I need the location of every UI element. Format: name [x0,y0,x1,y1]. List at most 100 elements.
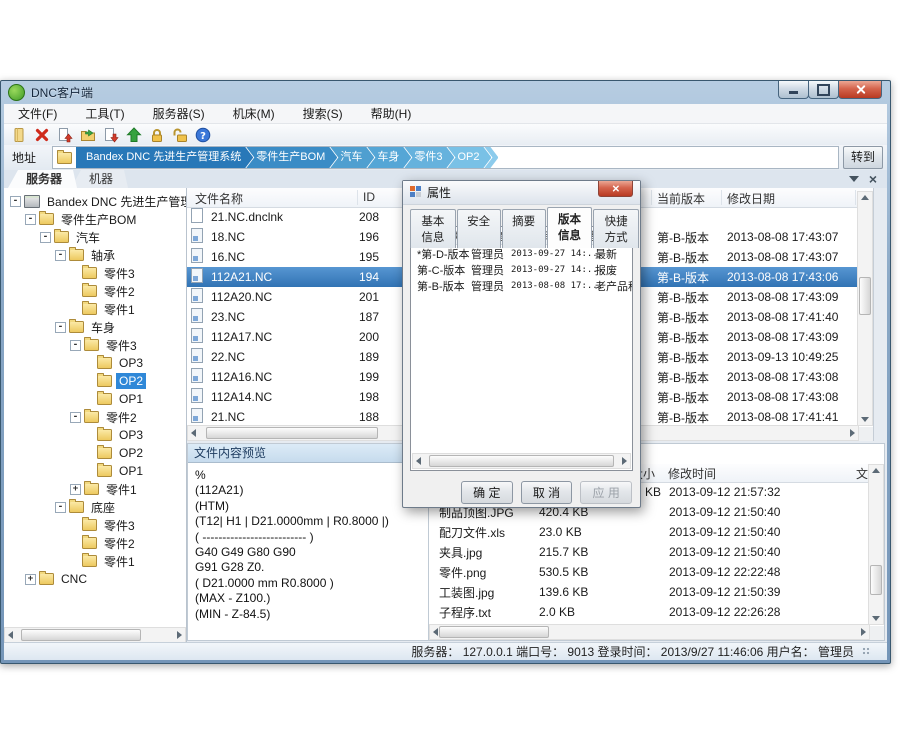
tree-item[interactable]: +CNC [4,570,186,588]
scroll-down-icon[interactable] [872,616,880,621]
ok-button[interactable]: 确 定 [461,481,513,504]
scroll-left-icon[interactable] [8,631,13,639]
tree-item[interactable]: OP2 [4,444,186,462]
tree-item[interactable]: -零件2 [4,408,186,426]
version-row[interactable]: 第-B-版本管理员2013-08-08 17:...老产品程序 [411,278,632,294]
attachment-row[interactable]: 夹具.jpg215.7 KB2013-09-12 21:50:40 [429,542,870,562]
dialog-tab[interactable]: 摘要 [502,209,546,248]
menu-item[interactable]: 帮助(H) [361,104,422,124]
expander-icon[interactable]: - [40,232,51,243]
dialog-tab[interactable]: 基本信息 [410,209,456,248]
scroll-thumb[interactable] [859,277,871,315]
breadcrumb-segment[interactable]: Bandex DNC 先进生产管理系统 [76,147,253,168]
scroll-right-icon[interactable] [177,631,182,639]
expander-icon[interactable]: + [70,484,81,495]
attachment-row[interactable]: 配刀文件.xls23.0 KB2013-09-12 21:50:40 [429,522,870,542]
scroll-left-icon[interactable] [191,429,196,437]
scroll-right-icon[interactable] [622,457,627,465]
expander-icon[interactable]: - [55,322,66,333]
menu-item[interactable]: 机床(M) [223,104,285,124]
version-row[interactable]: 第-C-版本管理员2013-09-27 14:...报废 [411,262,632,278]
expander-icon[interactable]: + [25,574,36,585]
maximize-button[interactable] [808,81,839,99]
tree-item[interactable]: OP3 [4,426,186,444]
scroll-thumb[interactable] [870,565,882,595]
tree-hscrollbar[interactable] [4,627,186,643]
expander-icon[interactable]: - [55,502,66,513]
scroll-thumb[interactable] [429,455,614,467]
apply-button[interactable]: 应 用 [580,481,632,504]
expander-icon[interactable]: - [70,412,81,423]
scroll-up-icon[interactable] [872,468,880,473]
new-file-icon[interactable] [9,126,29,144]
open-folder-icon[interactable] [78,126,98,144]
check-out-icon[interactable] [101,126,121,144]
tree-item[interactable]: 零件3 [4,516,186,534]
lock-icon[interactable] [147,126,167,144]
breadcrumb-segment[interactable]: 零件3 [404,147,454,168]
scroll-thumb[interactable] [206,427,378,439]
scroll-left-icon[interactable] [416,457,421,465]
help-icon[interactable]: ? [193,126,213,144]
dialog-close-button[interactable] [598,181,633,197]
tree-item[interactable]: -Bandex DNC 先进生产管理系统 [4,192,186,210]
tree-item[interactable]: 零件3 [4,264,186,282]
scroll-right-icon[interactable] [850,429,855,437]
tree-item[interactable]: +零件1 [4,480,186,498]
col-filename[interactable]: 文件名称 [195,190,243,207]
version-list-hscrollbar[interactable] [412,453,631,469]
minimize-button[interactable] [778,81,809,99]
expander-icon[interactable]: - [70,340,81,351]
scroll-right-icon[interactable] [861,628,866,636]
unlock-icon[interactable] [170,126,190,144]
file-list-vscrollbar[interactable] [857,191,873,426]
expander-icon[interactable]: - [55,250,66,261]
tree-item[interactable]: -轴承 [4,246,186,264]
attachment-row[interactable]: 工装图.jpg139.6 KB2013-09-12 21:50:39 [429,582,870,602]
menu-item[interactable]: 搜索(S) [293,104,353,124]
pane-menu-icon[interactable] [849,176,859,182]
tree-item[interactable]: OP1 [4,462,186,480]
tree-item[interactable]: 零件2 [4,534,186,552]
tab-machines[interactable]: 机器 [71,170,128,188]
resize-grip[interactable] [862,647,871,656]
scroll-down-icon[interactable] [861,417,869,422]
scroll-up-icon[interactable] [861,195,869,200]
tree-item[interactable]: 零件1 [4,552,186,570]
attachments-vscrollbar[interactable] [868,464,884,625]
tree-item[interactable]: OP1 [4,390,186,408]
dialog-tab[interactable]: 版本信息 [547,207,593,248]
menu-item[interactable]: 文件(F) [8,104,67,124]
scroll-thumb[interactable] [21,629,141,641]
col-version[interactable]: 当前版本 [657,190,705,207]
col-date[interactable]: 修改日期 [727,190,775,207]
tree-item[interactable]: -车身 [4,318,186,336]
attachments-hscrollbar[interactable] [429,624,870,640]
tree-item[interactable]: -零件3 [4,336,186,354]
tree-item[interactable]: 零件2 [4,282,186,300]
dialog-tab[interactable]: 快捷方式 [593,209,639,248]
pane-close-icon[interactable]: × [869,173,877,185]
breadcrumb-segment[interactable]: 零件生产BOM [246,147,337,168]
delete-icon[interactable] [32,126,52,144]
tree-item[interactable]: -汽车 [4,228,186,246]
col-mtime[interactable]: 修改时间 [668,465,716,482]
expander-icon[interactable]: - [25,214,36,225]
close-button[interactable] [838,81,882,99]
check-in-icon[interactable] [55,126,75,144]
go-button[interactable]: 转到 [843,146,883,169]
version-row[interactable]: *第-D-版本管理员2013-09-27 14:...最新 [411,246,632,262]
titlebar[interactable]: DNC客户端 [1,81,890,104]
dialog-titlebar[interactable]: 属性 [403,181,640,205]
tree-item[interactable]: -零件生产BOM [4,210,186,228]
attachment-row[interactable]: 子程序.txt2.0 KB2013-09-12 22:26:28 [429,602,870,622]
address-field[interactable]: Bandex DNC 先进生产管理系统零件生产BOM汽车车身零件3OP2 [52,146,839,169]
col-id[interactable]: ID [363,190,375,204]
tab-servers[interactable]: 服务器 [8,170,77,188]
scroll-left-icon[interactable] [433,628,438,636]
dialog-tab[interactable]: 安全 [457,209,501,248]
scroll-thumb[interactable] [439,626,549,638]
tree-item[interactable]: 零件1 [4,300,186,318]
upload-icon[interactable] [124,126,144,144]
menu-item[interactable]: 服务器(S) [143,104,215,124]
